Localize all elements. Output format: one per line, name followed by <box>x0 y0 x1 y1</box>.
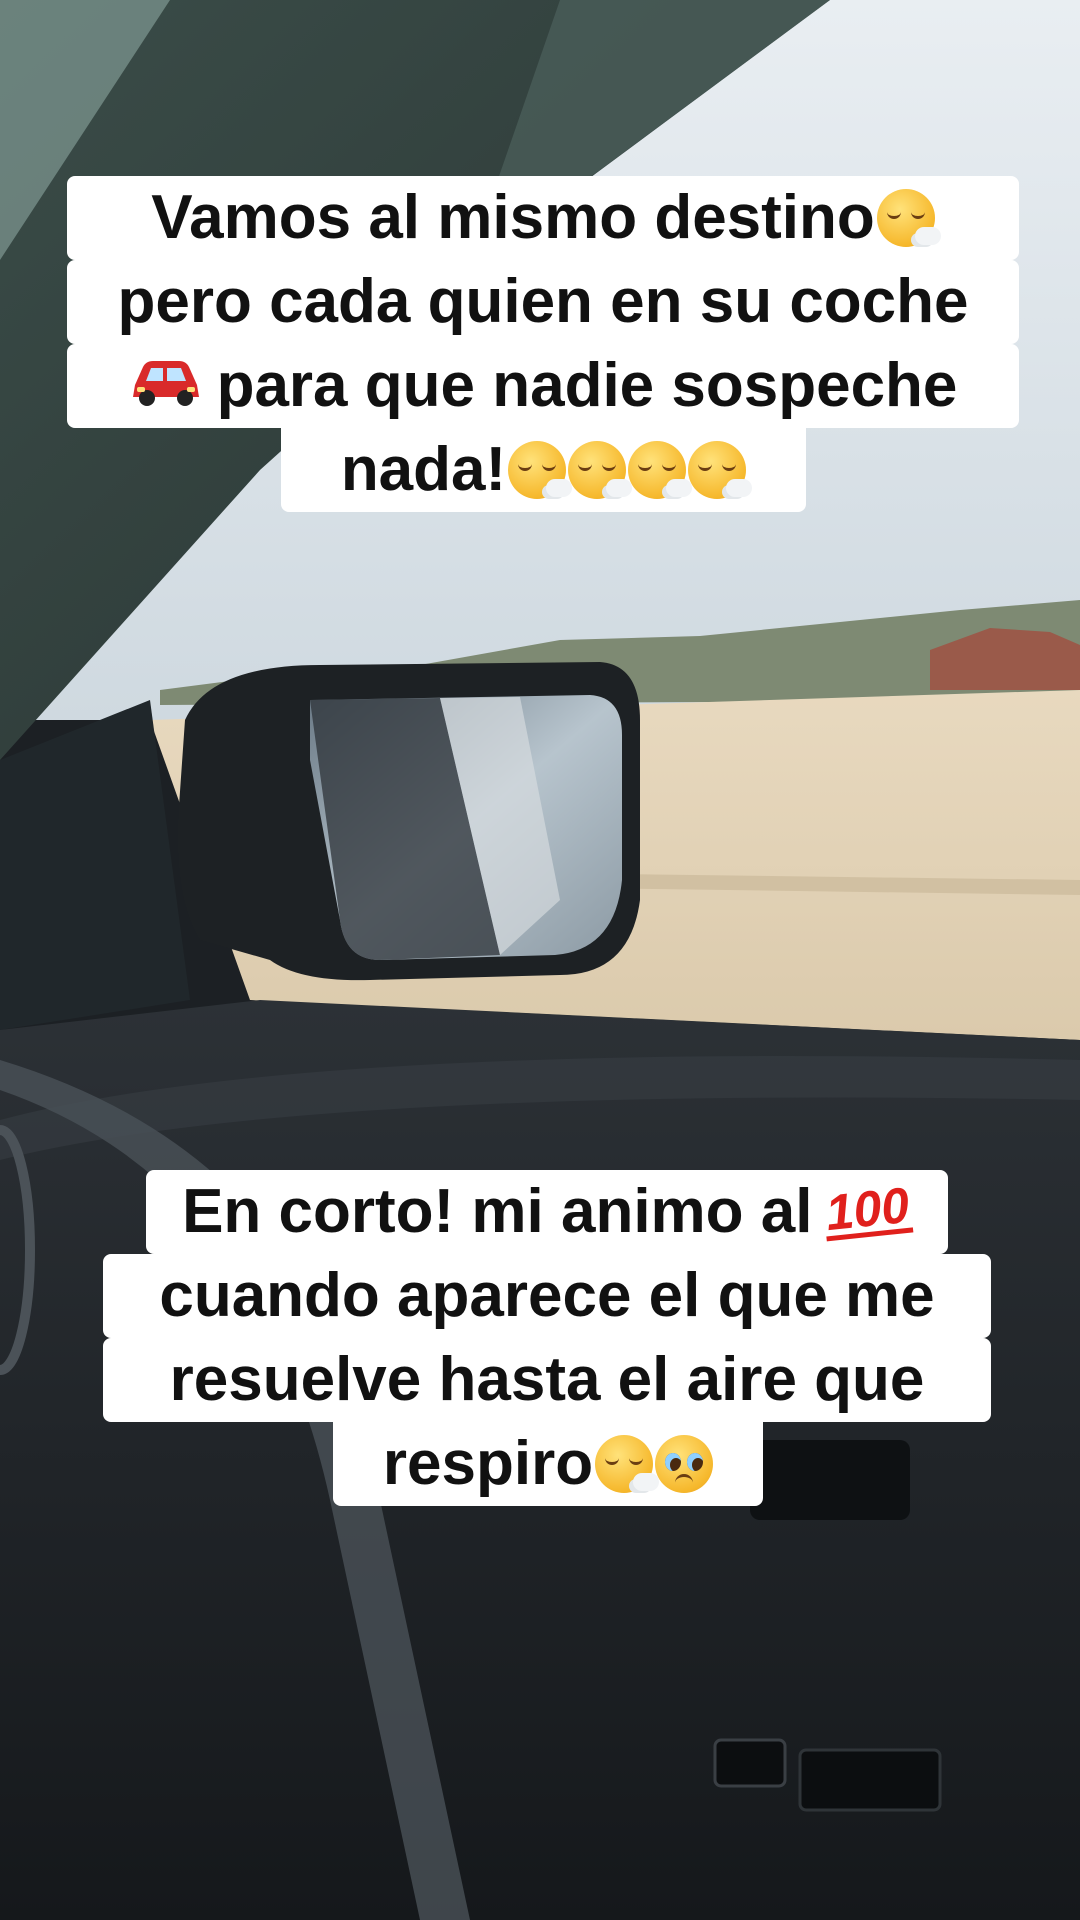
face-exhaling-icon <box>876 189 941 247</box>
caption-bottom-line-2-text: cuando aparece el que me <box>159 1261 935 1330</box>
caption-bottom-line-4: respiro <box>333 1422 763 1506</box>
hundred-points-icon: 100 <box>822 1176 915 1242</box>
caption-top-line-4: nada! <box>281 428 806 512</box>
pleading-face-icon <box>655 1435 714 1493</box>
caption-bottom-line-3: resuelve hasta el aire que <box>103 1338 991 1422</box>
face-exhaling-icon <box>688 441 753 499</box>
caption-top-line-3: para que nadie sospeche <box>67 344 1019 428</box>
face-exhaling-icon <box>595 1435 660 1493</box>
caption-bottom-line-2: cuando aparece el que me <box>103 1254 991 1338</box>
caption-top-line-4-text: nada! <box>340 435 507 504</box>
caption-bottom-line-1: En corto! mi animo al 100 <box>146 1170 948 1254</box>
caption-top-line-1: Vamos al mismo destino <box>67 176 1019 260</box>
red-car-icon <box>129 355 203 418</box>
face-exhaling-icon <box>508 441 573 499</box>
face-exhaling-icon <box>628 441 693 499</box>
caption-top-line-3-text: para que nadie sospeche <box>216 351 958 420</box>
caption-top-line-1-text: Vamos al mismo destino <box>151 183 875 252</box>
caption-bottom-line-4-text: respiro <box>382 1429 594 1498</box>
caption-top-line-2-text: pero cada quien en su coche <box>117 267 969 336</box>
caption-top-line-2: pero cada quien en su coche <box>67 260 1019 344</box>
caption-bottom-line-3-text: resuelve hasta el aire que <box>169 1345 925 1414</box>
caption-bottom-line-1-text: En corto! mi animo al <box>182 1177 813 1246</box>
face-exhaling-icon <box>568 441 633 499</box>
